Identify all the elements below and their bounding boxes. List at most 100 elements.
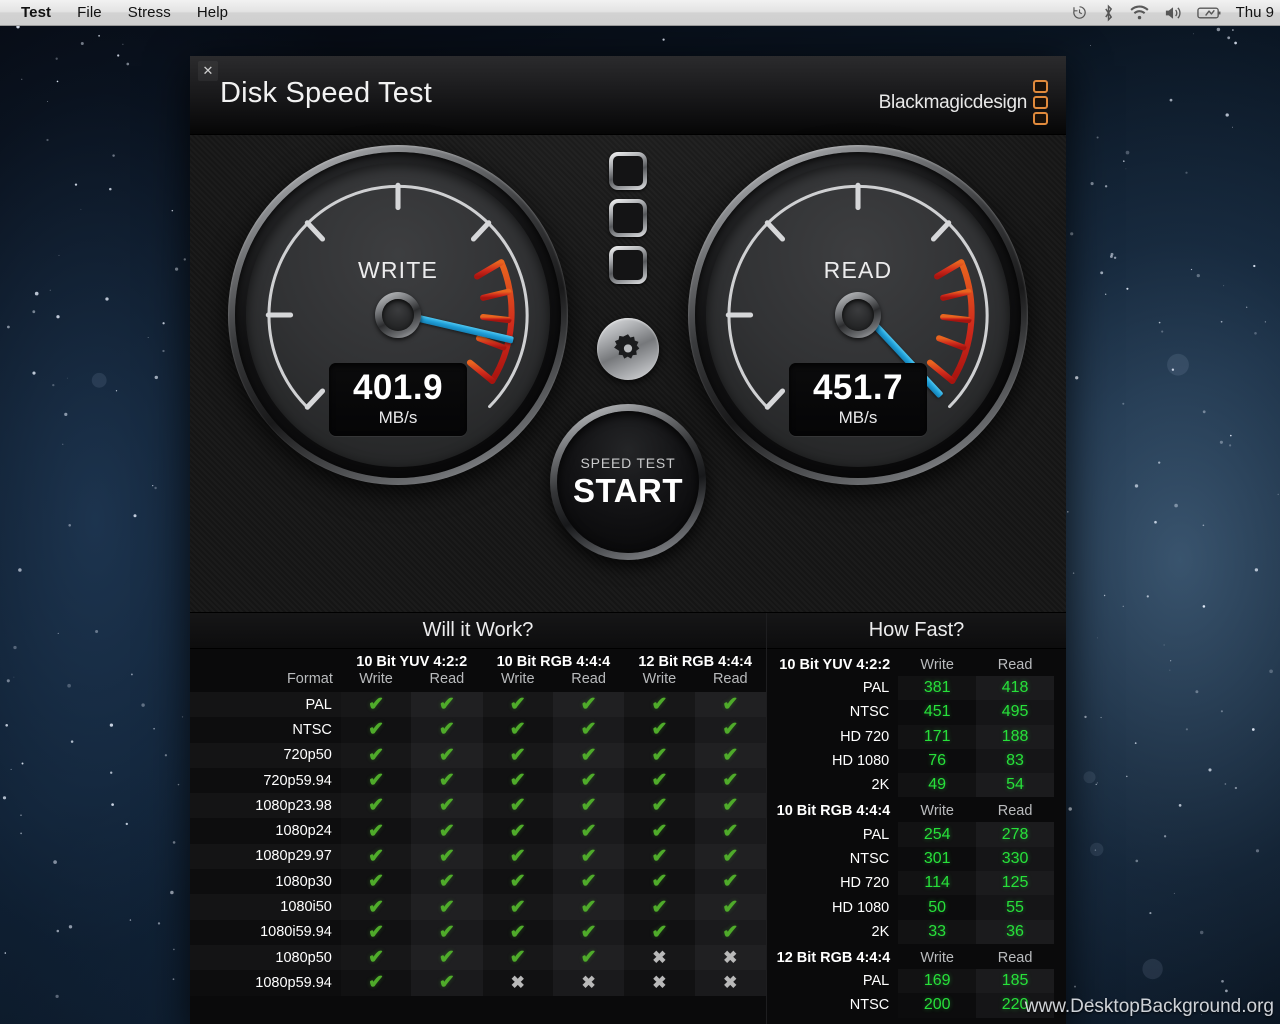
- support-check-cell: ✔: [411, 869, 483, 895]
- table-row: HD 1080 50 55: [767, 895, 1054, 920]
- wifi-icon[interactable]: [1129, 5, 1150, 21]
- support-check-cell: ✔: [340, 894, 412, 920]
- support-check-cell: ✔: [411, 843, 483, 870]
- volume-icon[interactable]: [1164, 5, 1183, 21]
- menu-item-help[interactable]: Help: [184, 0, 241, 26]
- support-check-cell: ✔: [552, 919, 625, 945]
- menu-bar: Test File Stress Help Thu 9: [0, 0, 1280, 26]
- support-check-cell: ✔: [411, 894, 483, 920]
- table-row: 1080i59.94 ✔ ✔ ✔ ✔ ✔ ✔: [190, 919, 766, 945]
- check-icon: ✔: [509, 694, 526, 716]
- check-icon: ✔: [438, 845, 455, 867]
- check-icon: ✔: [580, 694, 597, 716]
- check-icon: ✔: [651, 719, 668, 741]
- group-header-2: 12 Bit RGB 4:4:4: [638, 654, 752, 670]
- close-icon[interactable]: ✕: [198, 61, 218, 81]
- how-fast-section-header: 12 Bit RGB 4:4:4 Write Read: [767, 944, 1054, 969]
- table-row: PAL 254 278: [767, 822, 1054, 847]
- support-check-cell: ✔: [340, 793, 412, 819]
- cross-icon: ✖: [510, 972, 525, 992]
- support-check-cell: ✔: [552, 793, 625, 819]
- how-fast-read-value: 125: [976, 871, 1054, 896]
- sub-header-2: Write: [500, 671, 535, 687]
- how-fast-row-label: 2K: [871, 923, 890, 940]
- support-check-cell: ✔: [552, 818, 625, 844]
- brand-marks: [1033, 80, 1048, 125]
- check-icon: ✔: [580, 947, 597, 969]
- menu-bar-clock[interactable]: Thu 9: [1236, 4, 1276, 21]
- how-fast-write-value: 50: [898, 895, 977, 920]
- how-fast-write-value: 200: [898, 993, 977, 1018]
- support-check-cell: ✔: [340, 767, 412, 794]
- check-icon: ✔: [651, 896, 668, 918]
- support-check-cell: ✔: [624, 919, 695, 945]
- table-row: PAL 169 185: [767, 968, 1054, 994]
- check-icon: ✔: [509, 770, 526, 792]
- how-fast-row-label: PAL: [862, 973, 890, 990]
- how-fast-read-header: Read: [997, 657, 1033, 673]
- time-machine-icon[interactable]: [1071, 4, 1088, 21]
- format-column-header: Format: [286, 671, 333, 687]
- support-check-cell: ✔: [694, 843, 766, 870]
- support-check-cell: ✔: [340, 919, 412, 945]
- check-icon: ✔: [722, 871, 739, 893]
- read-gauge-hub: [835, 292, 881, 338]
- check-icon: ✔: [368, 770, 384, 792]
- battery-icon[interactable]: [1196, 6, 1222, 20]
- cross-icon: ✖: [723, 947, 738, 967]
- support-check-cell: ✔: [694, 869, 766, 895]
- page-title: Disk Speed Test: [220, 77, 433, 109]
- check-icon: ✔: [580, 820, 597, 842]
- bluetooth-icon[interactable]: [1102, 4, 1115, 22]
- how-fast-read-value: 55: [976, 895, 1054, 920]
- support-check-cell: ✔: [694, 767, 766, 794]
- check-icon: ✔: [580, 795, 597, 817]
- speed-test-start-button[interactable]: SPEED TEST START: [550, 404, 706, 560]
- format-cell: 1080p23.98: [190, 793, 341, 819]
- will-it-work-thead: 10 Bit YUV 4:2:2 10 Bit RGB 4:4:4 12 Bit…: [190, 649, 766, 692]
- check-icon: ✔: [438, 921, 455, 943]
- brand-box-3: [1033, 112, 1048, 125]
- check-icon: ✔: [368, 845, 384, 867]
- format-cell: PAL: [190, 692, 341, 718]
- check-icon: ✔: [722, 921, 739, 943]
- menu-item-file[interactable]: File: [64, 0, 115, 26]
- check-icon: ✔: [368, 694, 384, 716]
- disk-speed-test-window: ✕ Disk Speed Test Blackmagicdesign WRITE…: [190, 56, 1066, 1024]
- table-row: 1080p50 ✔ ✔ ✔ ✔ ✖ ✖: [190, 944, 766, 971]
- check-icon: ✔: [722, 744, 739, 766]
- how-fast-write-value: 381: [898, 676, 977, 701]
- read-gauge-face: READ 451.7 MB/s: [706, 163, 1010, 467]
- menu-item-test[interactable]: Test: [8, 0, 64, 26]
- table-row: NTSC ✔ ✔ ✔ ✔ ✔ ✔: [190, 717, 766, 743]
- how-fast-write-value: 114: [898, 871, 977, 896]
- menu-item-stress[interactable]: Stress: [115, 0, 184, 26]
- support-check-cell: ✔: [482, 944, 553, 971]
- write-gauge-hub: [375, 292, 421, 338]
- check-icon: ✔: [438, 744, 455, 766]
- gear-icon[interactable]: [597, 318, 659, 380]
- how-fast-row-label: HD 1080: [832, 899, 890, 916]
- how-fast-write-value: 301: [898, 846, 977, 872]
- check-icon: ✔: [509, 795, 526, 817]
- table-row: NTSC 200 220: [767, 993, 1054, 1018]
- support-check-cell: ✔: [340, 717, 412, 743]
- support-check-cell: ✔: [340, 742, 412, 768]
- support-check-cell: ✔: [694, 717, 766, 743]
- support-check-cell: ✔: [340, 818, 412, 844]
- sub-header-4: Write: [642, 671, 677, 687]
- check-icon: ✔: [368, 871, 384, 893]
- support-check-cell: ✔: [482, 869, 553, 895]
- support-check-cell: ✔: [624, 767, 695, 794]
- how-fast-write-value: 254: [898, 822, 977, 847]
- check-icon: ✔: [580, 921, 597, 943]
- how-fast-row-label: PAL: [862, 680, 890, 697]
- check-icon: ✔: [438, 770, 455, 792]
- check-icon: ✔: [651, 820, 668, 842]
- support-check-cell: ✔: [552, 843, 625, 870]
- support-check-cell: ✔: [482, 742, 553, 768]
- how-fast-read-header: Read: [997, 949, 1033, 966]
- how-fast-section-title: 10 Bit YUV 4:2:2: [779, 657, 891, 673]
- support-cross-cell: ✖: [624, 944, 695, 971]
- will-it-work-header: Will it Work?: [190, 613, 766, 649]
